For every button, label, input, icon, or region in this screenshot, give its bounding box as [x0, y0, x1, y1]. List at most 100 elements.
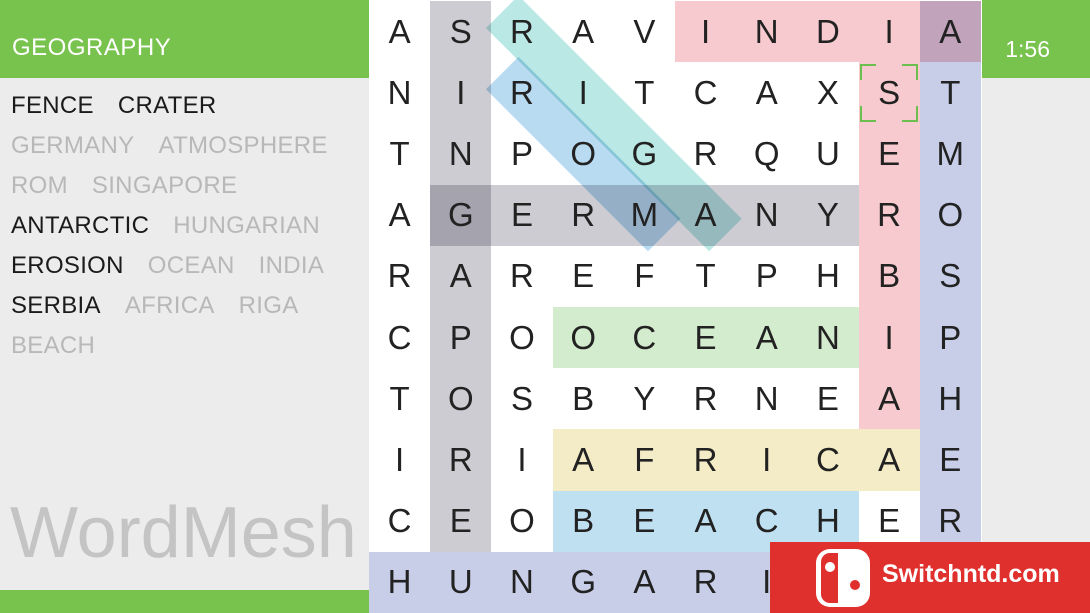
grid-cell[interactable]: T	[675, 246, 736, 307]
grid-cell[interactable]: F	[614, 246, 675, 307]
grid-cell[interactable]: M	[920, 123, 981, 184]
grid-cell[interactable]: I	[859, 1, 920, 62]
grid-cell[interactable]: H	[369, 552, 430, 613]
grid-cell[interactable]: A	[736, 62, 797, 123]
grid-cell[interactable]: E	[675, 307, 736, 368]
letter-grid[interactable]: ASRAVINDIANIRITCAXSTTNPOGRQUEMAGERMANYRO…	[369, 0, 982, 613]
grid-cell[interactable]: I	[736, 429, 797, 490]
grid-cell[interactable]: E	[859, 123, 920, 184]
grid-cell[interactable]: R	[859, 185, 920, 246]
grid-cell[interactable]: V	[614, 1, 675, 62]
grid-cell[interactable]: A	[369, 1, 430, 62]
grid-cell[interactable]: I	[491, 429, 552, 490]
grid-cell[interactable]: O	[430, 368, 491, 429]
grid-cell[interactable]: M	[614, 185, 675, 246]
grid-cell[interactable]: N	[430, 123, 491, 184]
grid-cell[interactable]: T	[369, 123, 430, 184]
grid-cell[interactable]: A	[920, 1, 981, 62]
grid-cell[interactable]: N	[797, 307, 858, 368]
grid-cell[interactable]: O	[553, 123, 614, 184]
grid-cell[interactable]: N	[369, 62, 430, 123]
word-list-item: BEACH	[11, 332, 96, 359]
grid-cell[interactable]: E	[797, 368, 858, 429]
grid-cell[interactable]: R	[369, 246, 430, 307]
grid-cell[interactable]: N	[736, 185, 797, 246]
grid-cell[interactable]: O	[491, 307, 552, 368]
grid-cell[interactable]: T	[369, 368, 430, 429]
grid-cell[interactable]: I	[369, 429, 430, 490]
grid-cell[interactable]: F	[614, 429, 675, 490]
grid-cell[interactable]: C	[614, 307, 675, 368]
grid-cell[interactable]: A	[859, 429, 920, 490]
grid-cell[interactable]: R	[491, 246, 552, 307]
grid-cell[interactable]: R	[675, 123, 736, 184]
grid-cell[interactable]: R	[491, 62, 552, 123]
grid-cell[interactable]: I	[675, 1, 736, 62]
grid-cell[interactable]: S	[430, 1, 491, 62]
grid-cell[interactable]: O	[491, 491, 552, 552]
category-title: GEOGRAPHY	[12, 34, 172, 61]
grid-cell[interactable]: C	[675, 62, 736, 123]
grid-cell[interactable]: U	[430, 552, 491, 613]
grid-cell[interactable]: P	[736, 246, 797, 307]
grid-cell[interactable]: G	[614, 123, 675, 184]
grid-cell[interactable]: E	[920, 429, 981, 490]
grid-cell[interactable]: U	[797, 123, 858, 184]
grid-cell[interactable]: C	[369, 491, 430, 552]
timer-header: 1:56	[982, 0, 1090, 78]
grid-cell[interactable]: B	[859, 246, 920, 307]
grid-cell[interactable]: T	[614, 62, 675, 123]
grid-cell[interactable]: X	[797, 62, 858, 123]
grid-cell[interactable]: C	[797, 429, 858, 490]
grid-cell[interactable]: Y	[614, 368, 675, 429]
grid-cell[interactable]: R	[491, 1, 552, 62]
grid-cell[interactable]: R	[675, 368, 736, 429]
grid-cell[interactable]: E	[614, 491, 675, 552]
grid-cell[interactable]: S	[491, 368, 552, 429]
word-list-item: SERBIA	[11, 292, 101, 319]
word-list-item: RIGA	[238, 292, 299, 319]
grid-cell[interactable]: R	[430, 429, 491, 490]
grid-cell[interactable]: I	[553, 62, 614, 123]
grid-cell[interactable]: E	[553, 246, 614, 307]
word-list-item: EROSION	[11, 252, 124, 279]
grid-cell[interactable]: H	[797, 246, 858, 307]
grid-cell[interactable]: S	[920, 246, 981, 307]
grid-cell[interactable]: N	[736, 1, 797, 62]
grid-cell[interactable]: A	[675, 491, 736, 552]
grid-cell[interactable]: I	[430, 62, 491, 123]
grid-cell[interactable]: P	[920, 307, 981, 368]
word-list-item: CRATER	[117, 92, 217, 119]
grid-cell[interactable]: D	[797, 1, 858, 62]
grid-cell[interactable]: A	[675, 185, 736, 246]
grid-cell[interactable]: I	[859, 307, 920, 368]
grid-cell[interactable]: A	[553, 429, 614, 490]
grid-cell[interactable]: H	[920, 368, 981, 429]
grid-cell[interactable]: N	[736, 368, 797, 429]
grid-cell[interactable]: E	[430, 491, 491, 552]
grid-cell[interactable]: A	[614, 552, 675, 613]
grid-cell[interactable]: G	[553, 552, 614, 613]
grid-cell[interactable]: Q	[736, 123, 797, 184]
grid-cell[interactable]: Y	[797, 185, 858, 246]
grid-cell[interactable]: N	[491, 552, 552, 613]
grid-cell[interactable]: P	[430, 307, 491, 368]
grid-cell[interactable]: R	[553, 185, 614, 246]
grid-cell[interactable]: A	[430, 246, 491, 307]
grid-cell[interactable]: B	[553, 491, 614, 552]
word-list: FENCE CRATER GERMANY ATMOSPHERE ROM SINGAPORE…	[11, 92, 361, 360]
grid-cell[interactable]: G	[430, 185, 491, 246]
grid-cell[interactable]: E	[491, 185, 552, 246]
grid-cell[interactable]: A	[553, 1, 614, 62]
grid-cell[interactable]: B	[553, 368, 614, 429]
grid-cell[interactable]: T	[920, 62, 981, 123]
grid-cell[interactable]: A	[736, 307, 797, 368]
grid-cell[interactable]: C	[369, 307, 430, 368]
grid-cell[interactable]: R	[675, 552, 736, 613]
grid-cell[interactable]: A	[859, 368, 920, 429]
grid-cell[interactable]: R	[675, 429, 736, 490]
grid-cell[interactable]: O	[920, 185, 981, 246]
grid-cell[interactable]: P	[491, 123, 552, 184]
grid-cell[interactable]: O	[553, 307, 614, 368]
grid-cell[interactable]: A	[369, 185, 430, 246]
